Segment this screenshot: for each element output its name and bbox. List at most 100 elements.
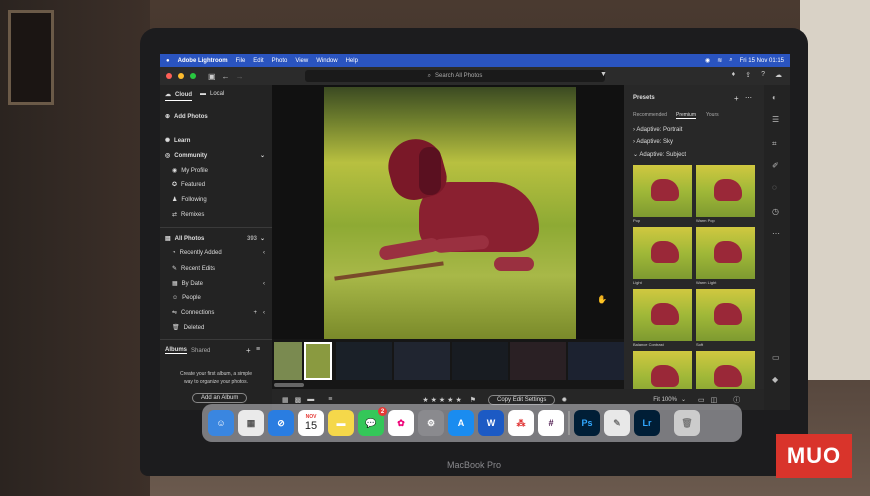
chevron-left-icon[interactable]: ‹ [263,310,265,316]
menu-file[interactable]: File [236,58,246,64]
star-rating[interactable]: ★★★★★ [422,396,463,404]
presets-tool-icon[interactable]: ◐ [772,93,777,102]
menu-photo[interactable]: Photo [272,58,288,64]
copy-edit-settings-button[interactable]: Copy Edit Settings [488,394,556,405]
search-input[interactable]: ⌕ Search All Photos [305,70,605,82]
status-icon[interactable]: ◉ [705,57,710,64]
apple-icon[interactable]: ● [166,58,170,64]
preset-light[interactable]: Light [633,227,692,287]
help-icon[interactable]: ? [761,71,765,79]
slack-icon[interactable]: # [538,410,564,436]
photos-icon[interactable]: ✿ [388,410,414,436]
filmstrip[interactable] [272,339,624,389]
chevron-left-icon[interactable]: ‹ [263,250,265,256]
chevron-down-icon[interactable]: ⌄ [681,396,686,403]
tab-shared[interactable]: Shared [191,348,210,354]
sidebar-item-people[interactable]: ☺ People [172,295,201,301]
add-album-icon[interactable]: + [246,346,251,355]
cluster-app-icon[interactable]: ⁂ [508,410,534,436]
minimize-window-button[interactable] [178,73,184,79]
finder-icon[interactable]: ☺ [208,410,234,436]
filmstrip-scrollbar[interactable] [274,383,304,387]
tab-local[interactable]: ▬ Local [200,91,224,97]
tag-icon[interactable]: ◆ [772,375,778,384]
share-icon[interactable]: ⇪ [745,71,751,79]
sidebar-item-recent-edits[interactable]: ✎ Recent Edits [172,265,215,273]
chevron-left-icon[interactable]: ‹ [263,281,265,287]
sidebar-item-remixes[interactable]: ⇄ Remixes [172,211,204,219]
preset-group-portrait[interactable]: › Adaptive: Portrait [633,127,682,133]
masking-icon[interactable]: ◌ [772,183,777,192]
crop-icon[interactable]: ⌗ [772,139,777,149]
lightroom-icon[interactable]: Lr [634,410,660,436]
filter-icon[interactable]: ▼ [600,71,607,78]
app-store-icon[interactable]: A [448,410,474,436]
sidebar-item-featured[interactable]: ✪ Featured [172,181,205,189]
calendar-icon[interactable]: NOV 15 [298,410,324,436]
preset-balance-contrast[interactable]: Balance Contrast [633,289,692,349]
photoshop-icon[interactable]: Ps [574,410,600,436]
filmstrip-thumb[interactable] [568,342,624,380]
tab-recommended[interactable]: Recommended [633,112,667,118]
add-photos-button[interactable]: ⊕ Add Photos [165,113,208,121]
tab-cloud[interactable]: ☁ Cloud [165,91,192,101]
search-icon[interactable]: ⌕ [729,57,732,64]
healing-brush-icon[interactable]: ✐ [772,161,779,170]
chevron-down-icon[interactable]: ⌄ [260,152,265,159]
sidebar-item-community[interactable]: ◎ Community ⌄ [165,152,265,160]
preset-item[interactable] [633,351,692,389]
forward-arrow-icon[interactable]: → [236,72,244,81]
preset-pop[interactable]: Pop [633,165,692,225]
filmstrip-thumb[interactable] [336,342,392,380]
launchpad-icon[interactable]: ▦ [238,410,264,436]
sidebar-item-learn[interactable]: ✺ Learn [165,137,190,145]
trash-icon[interactable]: 🗑 [674,410,700,436]
detail-view-icon[interactable]: ▬ [307,396,314,403]
word-icon[interactable]: W [478,410,504,436]
grid-view-icon[interactable]: ▦ [282,396,289,404]
history-icon[interactable]: ◷ [772,207,779,216]
sort-icon[interactable]: ≡ [328,396,332,403]
info-icon[interactable]: ⓘ [733,395,740,405]
more-options-icon[interactable]: ⋯ [745,94,752,102]
notifications-icon[interactable]: ♦ [732,71,736,79]
comments-icon[interactable]: ▭ [772,353,780,362]
filmstrip-thumb[interactable] [452,342,508,380]
back-arrow-icon[interactable]: ← [222,72,230,81]
sidebar-item-all-photos[interactable]: ▤ All Photos 393 ⌄ [165,235,265,243]
square-grid-icon[interactable]: ▩ [295,396,302,404]
preset-soft[interactable]: Soft [696,289,755,349]
sidebar-toggle-icon[interactable]: ▣ [208,72,216,81]
preset-group-subject[interactable]: ⌄ Adaptive: Subject [633,151,686,158]
menu-view[interactable]: View [295,58,308,64]
zoom-level[interactable]: Fit 100% [653,397,677,403]
sidebar-item-my-profile[interactable]: ◉ My Profile [172,167,208,175]
notes-icon[interactable]: ▬ [328,410,354,436]
filmstrip-thumb[interactable] [274,342,302,380]
add-album-button[interactable]: Add an Album [192,393,248,403]
menu-window[interactable]: Window [316,58,337,64]
adjust-sliders-icon[interactable]: ☰ [772,115,779,124]
settings-gear-icon[interactable]: ✹ [561,396,567,404]
system-settings-icon[interactable]: ⚙ [418,410,444,436]
cloud-status-icon[interactable]: ☁ [775,71,782,79]
sidebar-item-by-date[interactable]: ▦ By Date ‹ [172,280,265,288]
wifi-icon[interactable]: ≋ [717,57,722,64]
zoom-window-button[interactable] [190,73,196,79]
close-window-button[interactable] [166,73,172,79]
preset-warm-light[interactable]: Warm Light [696,227,755,287]
filmstrip-thumb[interactable] [510,342,566,380]
sidebar-item-following[interactable]: ♟ Following [172,196,207,204]
compare-view-icon[interactable]: ▭ [698,396,705,404]
messages-icon[interactable]: 💬 2 [358,407,387,436]
preset-warm-pop[interactable]: Warm Pop [696,165,755,225]
flag-icon[interactable]: ⚑ [470,396,476,404]
app-menu[interactable]: Adobe Lightroom [178,58,228,64]
preset-item[interactable] [696,351,755,389]
safari-icon[interactable]: ⊘ [268,410,294,436]
chevron-down-icon[interactable]: ⌄ [260,235,265,242]
add-preset-icon[interactable]: + [734,94,739,103]
add-connection-icon[interactable]: + [253,310,257,316]
preset-group-sky[interactable]: › Adaptive: Sky [633,139,673,145]
tab-yours[interactable]: Yours [706,112,719,118]
